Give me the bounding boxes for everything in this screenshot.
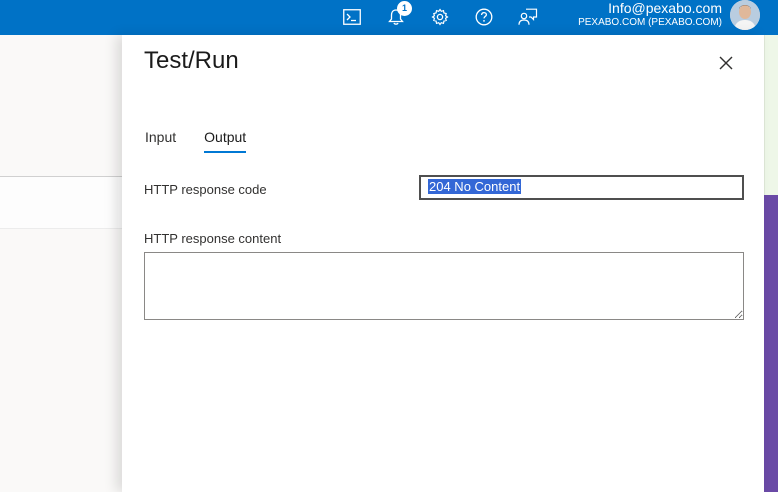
response-code-label: HTTP response code xyxy=(144,182,267,197)
tab-bar: Input Output xyxy=(145,129,274,153)
response-content-textarea[interactable] xyxy=(144,252,744,320)
test-run-blade: Test/Run Input Output HTTP response code… xyxy=(122,35,764,492)
gear-icon xyxy=(431,8,449,26)
account-email: Info@pexabo.com xyxy=(608,0,722,16)
blade-title: Test/Run xyxy=(144,47,239,74)
close-button[interactable] xyxy=(714,51,738,75)
feedback-icon xyxy=(518,8,538,25)
response-code-value: 204 No Content xyxy=(428,179,522,194)
avatar[interactable] xyxy=(730,0,760,30)
account-info[interactable]: Info@pexabo.com PEXABO.COM (PEXABO.COM) xyxy=(578,0,722,29)
help-icon xyxy=(475,8,493,26)
close-icon xyxy=(719,56,733,70)
background-strip-accent xyxy=(764,195,778,492)
background-row xyxy=(0,177,125,229)
cloud-shell-button[interactable] xyxy=(337,3,367,31)
response-content-label: HTTP response content xyxy=(144,231,282,246)
terminal-icon xyxy=(343,9,361,25)
notification-badge: 1 xyxy=(397,1,412,16)
background-strip xyxy=(764,35,778,195)
tab-input[interactable]: Input xyxy=(145,129,176,153)
feedback-button[interactable] xyxy=(513,3,543,31)
help-button[interactable] xyxy=(469,3,499,31)
top-bar: 1 Info@pexabo.com PEXABO.COM (PEXABO.COM… xyxy=(0,0,778,35)
notifications-button[interactable]: 1 xyxy=(381,1,412,31)
user-avatar-icon xyxy=(730,0,760,30)
response-code-field[interactable]: 204 No Content xyxy=(419,175,744,200)
tab-output[interactable]: Output xyxy=(204,129,247,153)
settings-button[interactable] xyxy=(425,3,455,31)
account-tenant: PEXABO.COM (PEXABO.COM) xyxy=(578,17,722,28)
